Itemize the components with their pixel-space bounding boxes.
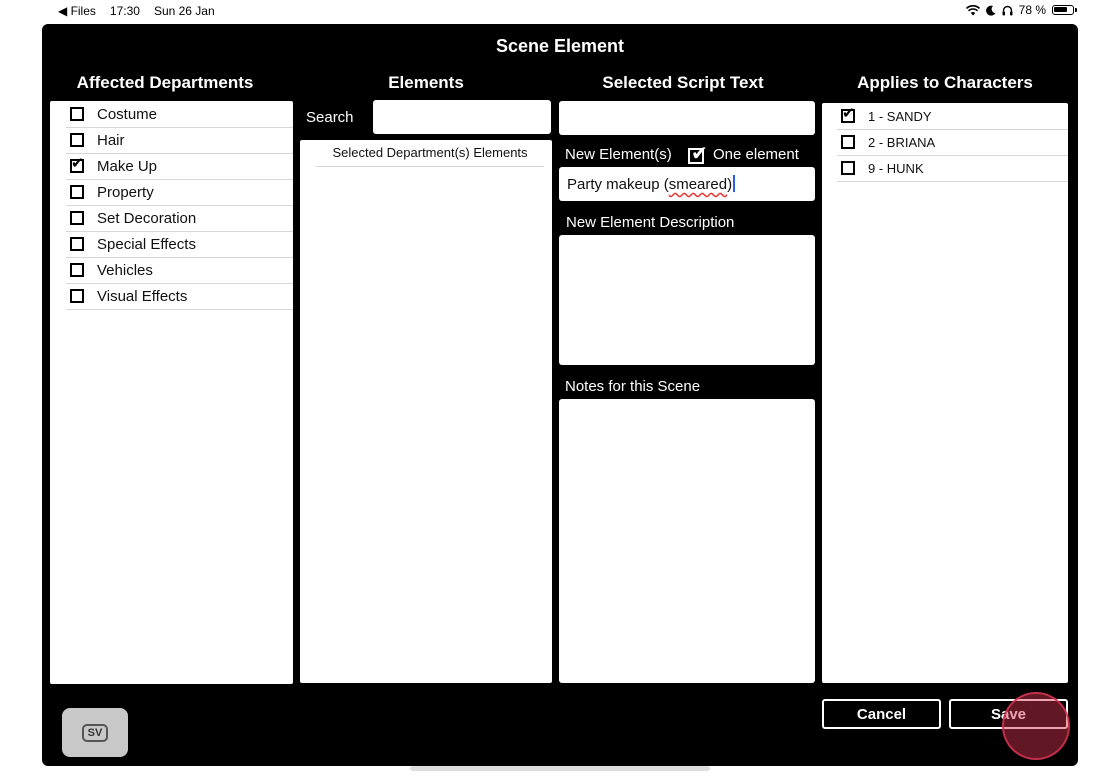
department-label: Costume (97, 105, 158, 123)
department-item-set-decoration[interactable]: Set Decoration (66, 205, 293, 232)
headphones-icon (1002, 5, 1013, 15)
new-element-value: Party makeup (smeared) (567, 175, 735, 193)
departments-list: Costume Hair Make Up Property Set Decora… (50, 101, 293, 684)
character-label: 2 - BRIANA (868, 134, 936, 150)
notes-for-scene-label: Notes for this Scene (565, 378, 701, 395)
character-item-sandy[interactable]: 1 - SANDY (837, 103, 1068, 130)
characters-heading: Applies to Characters (857, 73, 1033, 92)
department-label: Special Effects (97, 235, 196, 253)
character-item-hunk[interactable]: 9 - HUNK (837, 155, 1068, 182)
character-label: 9 - HUNK (868, 160, 924, 176)
back-to-files-link[interactable]: ◀ Files (58, 4, 96, 18)
department-label: Hair (97, 131, 125, 149)
checkbox[interactable] (70, 211, 84, 225)
sv-app-badge[interactable]: SV (62, 708, 128, 757)
script-text-heading: Selected Script Text (602, 73, 764, 92)
checkbox[interactable] (70, 289, 84, 303)
new-element-value-tail: ) (727, 176, 733, 193)
new-elements-label: New Element(s) (565, 146, 672, 163)
new-element-value-text: Party makeup ( (567, 176, 669, 193)
one-element-label: One element (713, 146, 799, 163)
status-bar: ◀ Files 17:30 Sun 26 Jan 78 % (0, 0, 1120, 22)
department-item-property[interactable]: Property (66, 179, 293, 206)
department-item-special-effects[interactable]: Special Effects (66, 231, 293, 258)
dialog-title: Scene Element (495, 36, 625, 56)
department-label: Make Up (97, 157, 158, 175)
new-element-description-field[interactable] (559, 235, 815, 365)
notes-for-scene-field[interactable] (559, 399, 815, 683)
sv-badge-label: SV (81, 723, 109, 742)
selected-script-text-field[interactable] (559, 101, 815, 135)
one-element-checkbox[interactable] (688, 141, 708, 166)
department-label: Set Decoration (97, 209, 197, 227)
moon-icon (985, 5, 996, 16)
battery-icon (1052, 5, 1077, 15)
department-label: Visual Effects (97, 287, 188, 305)
checkbox[interactable] (841, 135, 855, 149)
departments-heading: Affected Departments (76, 73, 254, 92)
department-item-make-up[interactable]: Make Up (66, 153, 293, 180)
elements-heading: Elements (388, 73, 464, 92)
department-item-visual-effects[interactable]: Visual Effects (66, 283, 293, 310)
department-item-hair[interactable]: Hair (66, 127, 293, 154)
department-label: Property (97, 183, 154, 201)
character-item-briana[interactable]: 2 - BRIANA (837, 129, 1068, 156)
checkbox-checked[interactable] (70, 154, 84, 173)
touch-indicator (1002, 692, 1070, 760)
wifi-icon (965, 4, 980, 15)
battery-percent: 78 % (1018, 3, 1046, 17)
checkbox[interactable] (70, 237, 84, 251)
elements-list[interactable]: Selected Department(s) Elements (300, 140, 552, 683)
misspelled-word: smeared (668, 176, 728, 193)
search-label: Search (306, 109, 354, 126)
cancel-button[interactable]: Cancel (822, 699, 941, 729)
home-indicator[interactable] (410, 766, 710, 771)
new-element-input[interactable]: Party makeup (smeared) (559, 167, 815, 201)
checkbox[interactable] (70, 107, 84, 121)
text-caret (733, 175, 735, 192)
checkbox[interactable] (841, 161, 855, 175)
characters-list: 1 - SANDY 2 - BRIANA 9 - HUNK (822, 103, 1068, 683)
scene-element-dialog: Scene Element Affected Departments Eleme… (42, 24, 1078, 766)
new-element-description-label: New Element Description (566, 214, 735, 231)
status-date: Sun 26 Jan (153, 4, 215, 18)
checkbox[interactable] (70, 133, 84, 147)
search-input[interactable] (373, 100, 551, 134)
character-label: 1 - SANDY (868, 108, 932, 124)
checkbox[interactable] (70, 185, 84, 199)
department-label: Vehicles (97, 261, 153, 279)
status-time: 17:30 (109, 4, 140, 18)
department-item-vehicles[interactable]: Vehicles (66, 257, 293, 284)
checkbox[interactable] (70, 263, 84, 277)
checkbox-checked[interactable] (841, 104, 855, 123)
elements-list-header: Selected Department(s) Elements (316, 144, 544, 167)
department-item-costume[interactable]: Costume (66, 101, 293, 128)
